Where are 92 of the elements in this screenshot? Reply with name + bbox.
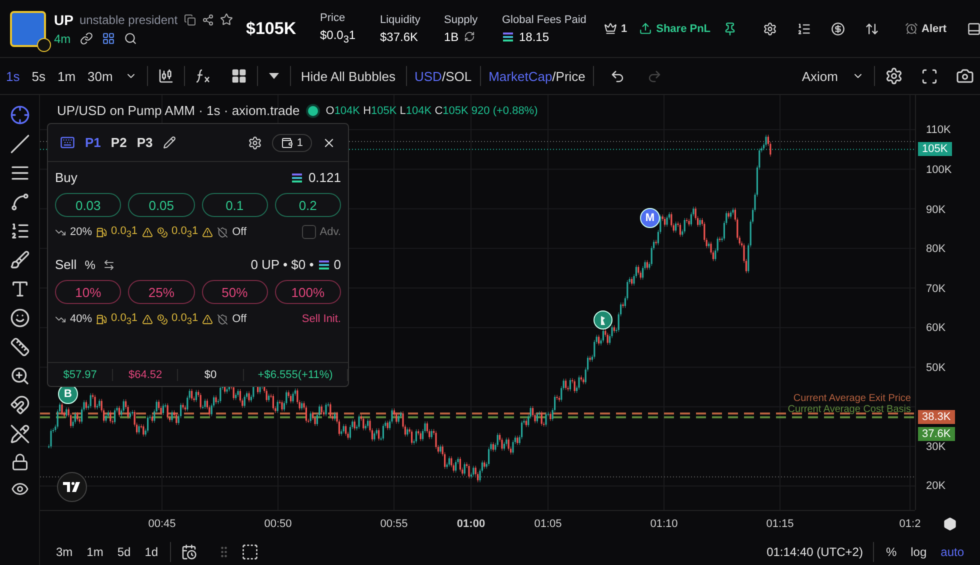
- metric-toggle[interactable]: Price: [556, 68, 586, 84]
- scale-toggle[interactable]: log: [908, 542, 929, 560]
- stat-value: 18.15: [519, 30, 550, 44]
- priority-fee: 0.0$_{3}$1: [111, 225, 138, 240]
- sell-amount-button[interactable]: 50%: [202, 280, 268, 304]
- price-tick: 100K: [926, 164, 952, 176]
- pnl-value: $64.52: [113, 368, 178, 380]
- share-pnl-button[interactable]: Share PnL: [637, 20, 713, 37]
- advanced-label: Adv.: [320, 226, 341, 238]
- price-tick: 70K: [926, 283, 946, 295]
- trade-bubble[interactable]: M: [640, 208, 660, 228]
- range-button[interactable]: 1d: [142, 542, 160, 560]
- wallet-selector[interactable]: 1: [272, 134, 312, 152]
- mev-status: Off: [232, 313, 247, 326]
- buy-amount-button[interactable]: 0.2: [274, 193, 341, 217]
- priority-fee: 0.0$_{3}$1: [111, 312, 138, 326]
- pnl-value: +$6.555(+11%): [244, 368, 348, 380]
- sol-holdings: 0: [334, 257, 341, 272]
- buy-amount-button[interactable]: 0.05: [128, 193, 194, 217]
- stat-value: $37.6K: [380, 30, 418, 44]
- token-symbol: UP: [54, 12, 74, 28]
- preset-tab[interactable]: P1: [85, 135, 101, 150]
- range-button[interactable]: 3m: [54, 542, 75, 560]
- stat-label: Supply: [444, 14, 479, 26]
- scale-toggle[interactable]: auto: [938, 542, 966, 560]
- mev-status: Off: [232, 226, 247, 238]
- sell-amount-button[interactable]: 10%: [55, 280, 122, 304]
- sol-balance: 0.121: [308, 170, 341, 185]
- token-age: 4m: [54, 32, 71, 46]
- preset-tab[interactable]: P2: [110, 135, 127, 150]
- time-tick: 00:50: [264, 518, 292, 530]
- price-tag: 105K: [918, 142, 952, 156]
- price-tick: 30K: [926, 441, 946, 453]
- token-name: unstable president: [79, 12, 178, 26]
- holdings: 0 UP • $0 •: [250, 257, 314, 272]
- pnl-value: $0: [178, 368, 244, 380]
- stat-label: Price: [320, 12, 346, 24]
- time-tick: 01:2: [899, 518, 921, 530]
- slippage-value: 20%: [70, 226, 92, 238]
- chart-title: UP/USD on Pump AMM · 1s · axiom.trade: [57, 103, 300, 118]
- sell-label: Sell: [55, 257, 77, 272]
- pnl-value: $57.97: [48, 368, 114, 380]
- buy-amount-button[interactable]: 0.03: [55, 193, 122, 217]
- price-tick: 20K: [926, 480, 946, 492]
- price-tick: 90K: [926, 204, 946, 216]
- price-line-label: Current Average Cost Basis: [788, 404, 911, 415]
- price-tick: 80K: [926, 243, 946, 255]
- alert-button[interactable]: Alert: [902, 20, 949, 37]
- range-button[interactable]: 1m: [84, 542, 106, 560]
- time-tick: 01:00: [456, 518, 486, 530]
- currency-toggle[interactable]: USD: [414, 68, 442, 84]
- slash-separator: /: [552, 68, 556, 84]
- interval-tab[interactable]: 1s: [4, 66, 22, 86]
- preset-tab[interactable]: P3: [136, 135, 153, 150]
- sell-init-link[interactable]: Sell Init.: [302, 313, 341, 326]
- price-tick: 50K: [926, 362, 946, 374]
- price-tick: 110K: [926, 124, 951, 136]
- price-tag: 38.3K: [918, 410, 955, 424]
- buy-amount-button[interactable]: 0.1: [202, 193, 268, 217]
- unit-label: %: [84, 258, 96, 272]
- interval-tab[interactable]: 5s: [30, 66, 48, 86]
- currency-toggle[interactable]: SOL: [446, 68, 472, 84]
- stat-label: Global Fees Paid: [502, 14, 588, 26]
- bribe-fee: 0.0$_{3}$1: [172, 225, 198, 240]
- clock: 01:14:40 (UTC+2): [766, 544, 863, 558]
- price-tick: 60K: [926, 322, 946, 334]
- metric-toggle[interactable]: MarketCap: [488, 68, 552, 84]
- market-cap: $105K: [246, 18, 298, 38]
- top-holders-button[interactable]: 1: [602, 20, 630, 37]
- time-tick: 00:55: [380, 518, 408, 530]
- price-tag: 37.6K: [918, 427, 955, 442]
- time-tick: 01:15: [766, 518, 794, 530]
- stat-label: Liquidity: [380, 14, 422, 26]
- time-tick: 01:10: [650, 518, 678, 530]
- stat-value: $0.0$_{3}$1: [320, 28, 356, 46]
- hide-bubbles-button[interactable]: Hide All Bubbles: [298, 66, 398, 86]
- interval-tab[interactable]: 30m: [86, 66, 115, 86]
- interval-tab[interactable]: 1m: [55, 66, 78, 86]
- slash-separator: /: [442, 68, 446, 84]
- scale-toggle[interactable]: %: [884, 542, 899, 560]
- stat-value: 1B: [444, 30, 459, 44]
- bribe-fee: 0.0$_{3}$1: [172, 312, 198, 326]
- time-tick: 00:45: [148, 518, 176, 530]
- buy-label: Buy: [55, 170, 78, 185]
- time-tick: 01:05: [534, 518, 562, 530]
- sell-amount-button[interactable]: 100%: [274, 280, 341, 304]
- range-button[interactable]: 5d: [115, 542, 133, 560]
- price-line-label: Current Average Exit Price: [793, 393, 911, 404]
- sell-amount-button[interactable]: 25%: [128, 280, 194, 304]
- layout-dropdown[interactable]: Axiom: [800, 66, 866, 86]
- slippage-value: 40%: [70, 313, 92, 326]
- ohlc-values: O104K H105K L104K C105K 920 (+0.88%): [326, 104, 538, 116]
